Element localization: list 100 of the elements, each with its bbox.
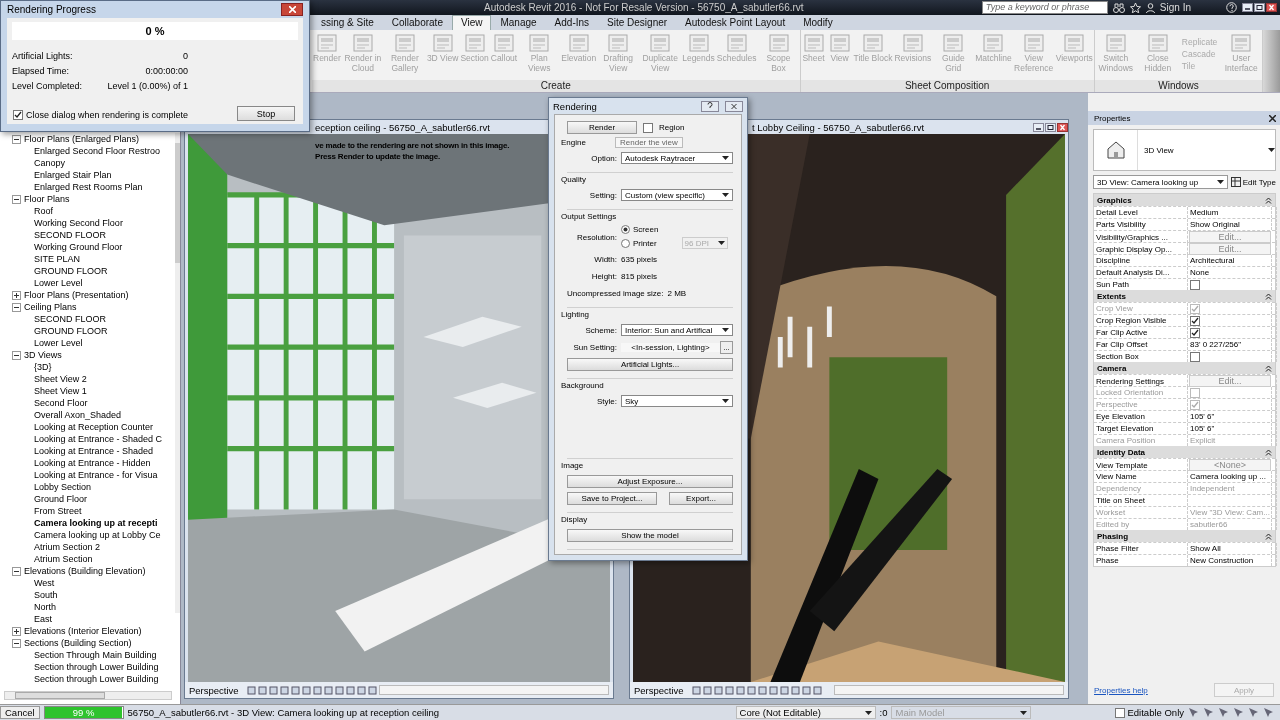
group-header[interactable]: Graphics (1094, 194, 1275, 206)
tree-item[interactable]: Lower Level (34, 278, 83, 288)
tree-item[interactable]: Working Ground Floor (34, 242, 123, 252)
ribbon-tab[interactable]: Modify (794, 15, 842, 30)
tree-item[interactable]: Looking at Entrance - Shaded (34, 446, 154, 456)
property-value[interactable]: 105' 6" (1188, 423, 1272, 434)
dialog-button[interactable]: Save to Project... (567, 491, 657, 505)
tree-item[interactable]: Canopy (34, 158, 66, 168)
property-value[interactable]: 105' 6" (1188, 411, 1272, 422)
property-value[interactable]: Camera looking up ... (1188, 471, 1272, 482)
caret-icon[interactable] (722, 193, 729, 197)
dropdown[interactable]: Custom (view specific) (621, 189, 733, 201)
tree-item[interactable]: Sheet View 2 (34, 374, 87, 384)
checkbox[interactable] (13, 110, 23, 120)
scrollbar[interactable] (834, 685, 1064, 695)
tree-item[interactable]: GROUND FLOOR (34, 326, 108, 336)
tree-item[interactable]: SECOND FLOOR (34, 230, 106, 240)
search-field[interactable]: Type a keyword or phrase (981, 1, 1108, 14)
tree-item[interactable]: Enlarged Rest Rooms Plan (34, 182, 143, 192)
caret-icon[interactable] (717, 241, 725, 245)
close-icon[interactable] (1266, 3, 1277, 12)
tree-node[interactable]: Elevations (Building Elevation) (24, 566, 146, 576)
caret-icon[interactable] (864, 710, 872, 715)
dialog-button[interactable]: Export... (669, 491, 733, 505)
property-value[interactable]: Architectural (1188, 255, 1272, 266)
ribbon-tab[interactable]: View (451, 15, 492, 30)
tree-item[interactable]: Ground Floor (34, 494, 88, 504)
tree-item[interactable]: Atrium Section (34, 554, 93, 564)
tree-item[interactable]: Camera looking up at recepti (34, 518, 158, 528)
collapse-icon[interactable] (1265, 532, 1272, 540)
tree-node[interactable]: Ceiling Plans (24, 302, 77, 312)
ribbon-tab[interactable]: ssing & Site (312, 15, 383, 30)
property-value[interactable]: New Construction (1188, 555, 1272, 566)
help-icon[interactable] (701, 100, 719, 112)
tree-item[interactable]: Second Floor (34, 398, 88, 408)
expand-icon[interactable] (12, 626, 21, 636)
ribbon-tab[interactable]: Collaborate (382, 15, 452, 30)
checkbox[interactable] (1190, 351, 1200, 362)
ribbon-tab[interactable]: Site Designer (598, 15, 677, 30)
close-icon[interactable] (1057, 122, 1068, 132)
tree-item[interactable]: Looking at Entrance - Shaded C (34, 434, 163, 444)
selection-icon[interactable] (1248, 707, 1259, 718)
selection-icon[interactable] (1263, 707, 1274, 718)
selection-icon[interactable] (1218, 707, 1229, 718)
tree-item[interactable]: SITE PLAN (34, 254, 80, 264)
tree-item[interactable]: Atrium Section 2 (34, 542, 101, 552)
expand-icon[interactable] (12, 290, 21, 300)
selection-icon[interactable] (1188, 707, 1199, 718)
tree-node[interactable]: Floor Plans (24, 194, 70, 204)
checkbox[interactable] (1190, 315, 1200, 326)
tree-item[interactable]: Looking at Reception Counter (34, 422, 154, 432)
tree-item[interactable]: Sheet View 1 (34, 386, 87, 396)
close-icon[interactable] (1269, 114, 1276, 122)
scrollbar[interactable] (379, 685, 609, 695)
scrollbar[interactable] (175, 133, 180, 613)
tree-item[interactable]: South (34, 590, 58, 600)
tree-item[interactable]: Working Second Floor (34, 218, 123, 228)
tree-item[interactable]: GROUND FLOOR (34, 266, 108, 276)
dropdown[interactable]: Sky (621, 395, 733, 407)
dropdown[interactable]: Interior: Sun and Artifical (621, 324, 733, 336)
property-value[interactable]: Medium (1188, 207, 1272, 218)
tree-item[interactable]: Looking at Entrance - for Visua (34, 470, 158, 480)
caret-icon[interactable] (1268, 148, 1275, 152)
tree-item[interactable]: Camera looking up at Lobby Ce (34, 530, 161, 540)
tree-item[interactable]: From Street (34, 506, 82, 516)
collapse-icon[interactable] (1265, 364, 1272, 372)
checkbox[interactable] (1115, 707, 1126, 718)
tree-node[interactable]: 3D Views (24, 350, 62, 360)
group-header[interactable]: Extents (1094, 290, 1275, 302)
property-value[interactable]: Show Original (1188, 219, 1272, 230)
tree-item[interactable]: Section through Lower Building (34, 662, 159, 672)
tree-item[interactable]: East (34, 614, 52, 624)
close-button[interactable] (281, 3, 303, 16)
maximize-icon[interactable] (1045, 122, 1056, 132)
dialog-button[interactable]: Artificial Lights... (567, 357, 733, 371)
browse-button[interactable]: ... (720, 340, 733, 354)
property-value[interactable]: None (1188, 267, 1272, 278)
star-icon[interactable] (1129, 2, 1141, 13)
instance-dropdown[interactable]: 3D View: Camera looking up (1093, 175, 1228, 189)
scrollbar[interactable] (4, 691, 172, 700)
tree-node[interactable]: Floor Plans (Presentation) (24, 290, 129, 300)
cancel-button[interactable]: Cancel (0, 706, 40, 719)
dropdown[interactable]: Autodesk Raytracer (621, 152, 733, 164)
collapse-icon[interactable] (1265, 196, 1272, 204)
tree-node[interactable]: Sections (Building Section) (24, 638, 132, 648)
tree-item[interactable]: Enlarged Stair Plan (34, 170, 112, 180)
tree-item[interactable]: West (34, 578, 55, 588)
tree-node[interactable]: Elevations (Interior Elevation) (24, 626, 142, 636)
workset-dropdown[interactable]: Core (Not Editable) (735, 706, 876, 719)
checkbox[interactable] (1190, 327, 1200, 338)
ribbon-tab[interactable]: Manage (491, 15, 546, 30)
minimize-icon[interactable] (1033, 122, 1044, 132)
maximize-icon[interactable] (1254, 3, 1265, 12)
tree-item[interactable]: Enlarged Second Floor Restroo (34, 146, 161, 156)
tree-item[interactable]: Overall Axon_Shaded (34, 410, 122, 420)
help-link[interactable]: Properties help (1094, 685, 1148, 695)
caret-icon[interactable] (1020, 710, 1028, 715)
checkbox[interactable] (643, 122, 653, 133)
minimize-icon[interactable] (1242, 3, 1253, 12)
render-button[interactable]: Render (567, 121, 637, 134)
